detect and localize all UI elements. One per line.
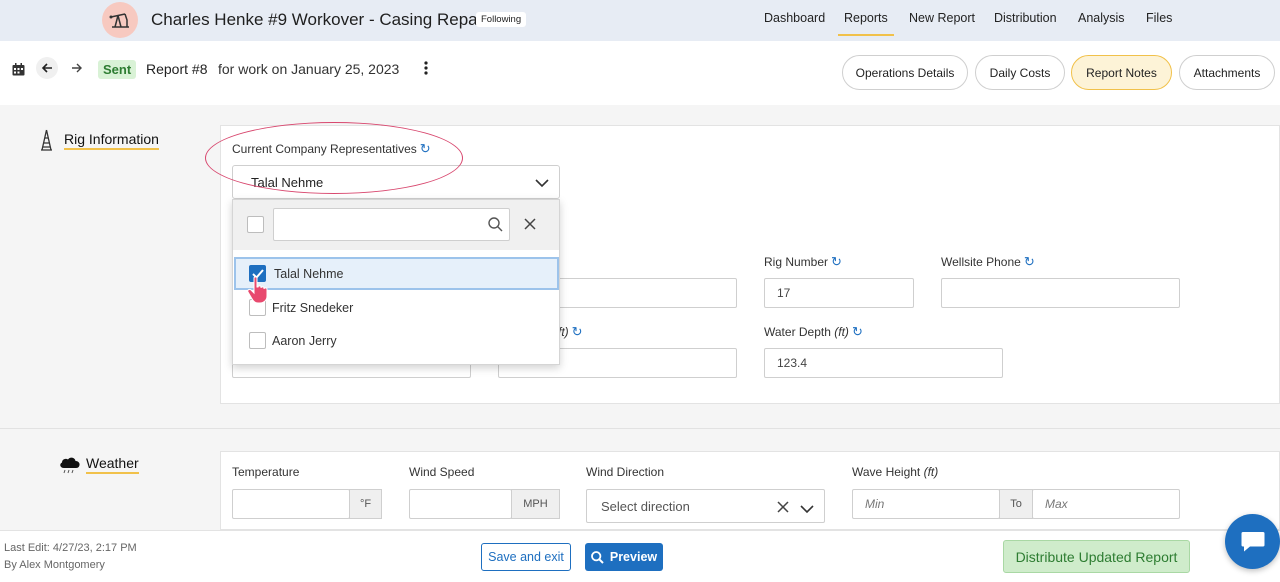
option-label: Talal Nehme [274,267,344,281]
rig-number-label: Rig Number ↻ [764,254,842,269]
chevron-down-icon[interactable] [800,502,814,517]
water-depth-input[interactable]: 123.4 [764,348,1003,378]
nav-new-report[interactable]: New Report [909,11,975,25]
chevron-down-icon[interactable] [535,176,549,191]
dropdown-option-talal-nehme[interactable]: Talal Nehme [234,257,559,290]
tab-report-notes[interactable]: Report Notes [1071,55,1172,90]
calendar-icon[interactable] [7,58,29,80]
select-all-checkbox[interactable] [247,216,264,233]
wave-height-label: Wave Height (ft) [852,465,939,479]
search-icon[interactable] [488,217,503,235]
preview-button[interactable]: Preview [585,543,663,571]
tab-attachments[interactable]: Attachments [1179,55,1275,90]
wave-min-input[interactable]: Min [852,489,1000,519]
wave-max-input[interactable]: Max [1032,489,1180,519]
refresh-icon[interactable]: ↻ [831,254,842,269]
nav-distribution[interactable]: Distribution [994,11,1057,25]
rig-information-title[interactable]: Rig Information [64,131,159,150]
preview-label: Preview [609,550,658,564]
more-options-icon[interactable] [415,57,437,79]
dropdown-option-aaron-jerry[interactable]: Aaron Jerry [234,325,559,358]
option-label: Fritz Snedeker [272,301,354,315]
option-checkbox[interactable] [249,332,266,349]
report-date: for work on January 25, 2023 [218,61,400,77]
dropdown-option-fritz-snedeker[interactable]: Fritz Snedeker [234,291,559,324]
wind-direction-label: Wind Direction [586,465,665,479]
refresh-icon[interactable]: ↻ [852,324,863,339]
tab-daily-costs[interactable]: Daily Costs [975,55,1065,90]
weather-title[interactable]: Weather [86,455,139,474]
nav-dashboard[interactable]: Dashboard [764,11,825,25]
section-divider [0,428,1280,429]
pumpjack-logo-icon [102,2,138,38]
nav-reports[interactable]: Reports [838,11,894,36]
temperature-unit: °F [349,489,382,519]
status-badge: Sent [98,60,137,79]
wind-direction-select[interactable]: Select direction [586,489,825,523]
wind-direction-placeholder: Select direction [601,498,690,514]
back-arrow-icon[interactable] [36,57,58,79]
wind-speed-input[interactable] [409,489,512,519]
rain-cloud-icon [58,456,82,477]
clear-icon[interactable] [777,501,789,516]
wellsite-phone-input[interactable] [941,278,1180,308]
partial-field-label: ft) ↻ [558,324,583,339]
tab-operations-details[interactable]: Operations Details [842,55,968,90]
temperature-input[interactable] [232,489,350,519]
dropdown-search-input[interactable] [273,208,510,241]
oil-rig-icon [40,129,53,154]
save-and-exit-button[interactable]: Save and exit [481,543,571,571]
wind-speed-unit: MPH [511,489,560,519]
wave-to-label: To [999,489,1033,519]
close-icon[interactable] [524,218,536,233]
refresh-icon[interactable]: ↻ [572,324,583,339]
water-depth-label: Water Depth (ft) ↻ [764,324,863,339]
nav-analysis[interactable]: Analysis [1078,11,1125,25]
refresh-icon[interactable]: ↻ [1024,254,1035,269]
search-icon [590,550,604,564]
chat-bubble-icon [1241,531,1264,551]
dropdown-header [233,200,559,250]
wellsite-phone-label: Wellsite Phone ↻ [941,254,1035,269]
company-rep-dropdown: Talal Nehme Fritz Snedeker Aaron Jerry [232,199,560,365]
forward-arrow-icon[interactable] [66,57,88,79]
distribute-updated-report-button[interactable]: Distribute Updated Report [1003,540,1190,573]
pointer-hand-icon [246,276,272,307]
last-edit-author: By Alex Montgomery [4,559,105,571]
option-label: Aaron Jerry [272,334,337,348]
annotation-highlight-ellipse [205,122,463,194]
wind-speed-label: Wind Speed [409,465,475,479]
last-edit-timestamp: Last Edit: 4/27/23, 2:17 PM [4,542,137,554]
rig-number-input[interactable]: 17 [764,278,914,308]
following-badge[interactable]: Following [476,12,527,27]
temperature-label: Temperature [232,465,300,479]
project-title: Charles Henke #9 Workover - Casing Repai… [151,10,488,29]
report-number: Report #8 [146,61,208,77]
chat-support-button[interactable] [1225,514,1280,569]
top-nav-bar: Charles Henke #9 Workover - Casing Repai… [0,0,1280,41]
nav-files[interactable]: Files [1146,11,1172,25]
